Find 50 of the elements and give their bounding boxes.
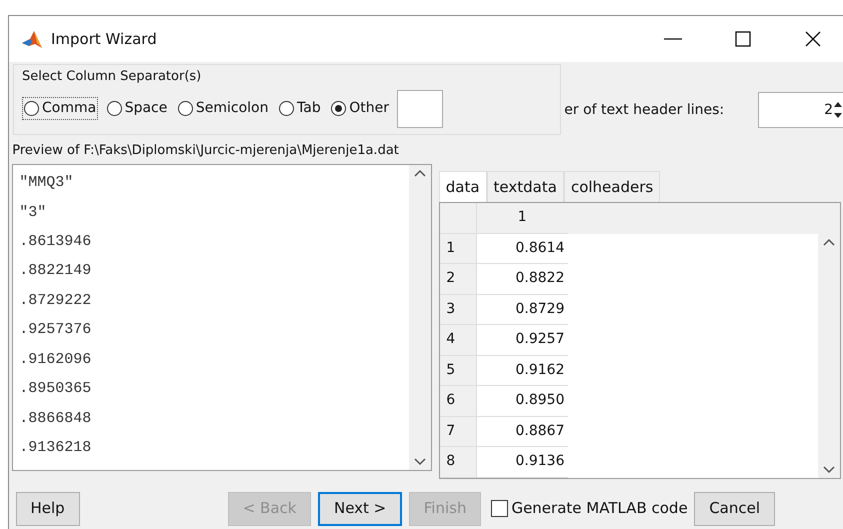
table-cell: 0.9136 [476,447,568,478]
table-cell: 0.8867 [476,416,568,447]
close-icon [804,30,822,48]
column-header: 1 [476,203,568,234]
table-cell: 0.9257 [476,325,568,356]
header-lines-label: er of text header lines: [564,100,726,120]
table-cell: 0.8822 [476,264,568,294]
radio-option[interactable]: Space [104,97,170,120]
app-logo-icon [21,29,43,49]
minimize-icon [664,38,682,40]
tab[interactable]: data [438,170,487,202]
button[interactable]: Next > [318,492,402,526]
row-header: 7 [440,416,476,447]
maximize-icon [734,30,752,48]
scroll-up-icon[interactable] [414,169,426,177]
preview-line: .9257376 [19,320,92,340]
scroll-up-icon[interactable] [822,238,835,246]
preview-line: "MMQ3" [19,173,74,194]
radio-option[interactable]: Semicolon [176,97,270,120]
table-cell: 0.9162 [476,356,568,386]
preview-line: .8822149 [19,261,92,282]
tab[interactable]: colheaders [564,170,660,202]
radio-option[interactable]: Comma [22,97,98,120]
preview-label: Preview of F:\Faks\Diplomski\Jurcic-mjerenja\Mjerenje1a.dat [12,142,400,160]
scrollbar[interactable] [409,165,432,470]
other-separator-field[interactable] [397,90,444,128]
scroll-down-icon[interactable] [822,466,835,474]
button[interactable]: Help [16,492,80,526]
radio-option[interactable]: Tab [277,97,323,120]
table-cell: 0.8614 [476,234,568,264]
row-header: 3 [440,294,476,325]
header-lines-spinner[interactable]: 2 [758,92,843,128]
table-cell: 0.8950 [476,386,568,416]
button[interactable]: Cancel [694,492,776,526]
preview-line: .8866848 [19,408,92,428]
row-header: 5 [440,356,476,386]
preview-line: .9162096 [19,350,92,370]
preview-line: .8729222 [19,290,92,311]
preview-line: .9136218 [19,438,92,458]
row-header: 1 [440,234,476,264]
generate-code-checkbox[interactable]: Generate MATLAB code [491,497,688,520]
table-cell: 0.8729 [476,294,568,325]
group-title: Select Column Separator(s) [22,68,202,86]
tab[interactable]: textdata [486,170,564,202]
preview-line: .8613946 [19,232,92,252]
window-title: Import Wizard [51,28,158,50]
scroll-down-icon[interactable] [414,458,426,466]
preview-line: "3" [19,202,48,223]
preview-line: .8950365 [19,379,92,400]
radio-option[interactable]: Other [329,97,391,120]
